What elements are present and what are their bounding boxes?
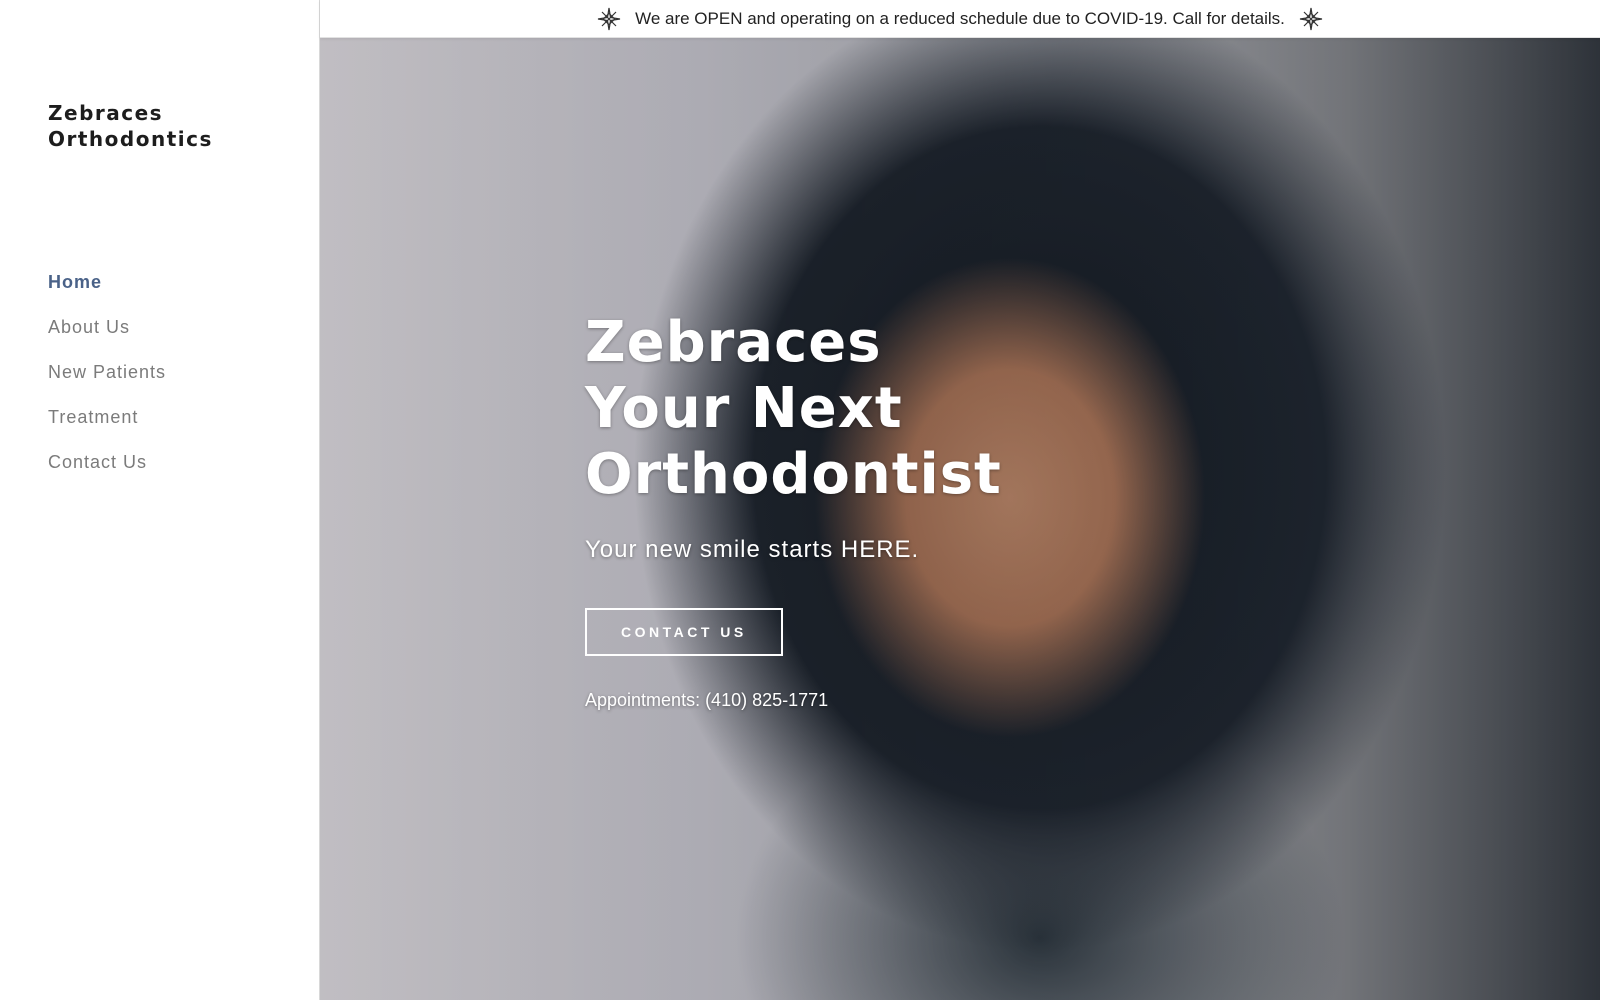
nav-item-treatment[interactable]: Treatment [48, 395, 166, 440]
nav-item-home[interactable]: Home [48, 260, 166, 305]
hero-content: Zebraces Your Next Orthodontist Your new… [585, 310, 1105, 711]
hero-section: Zebraces Your Next Orthodontist Your new… [320, 38, 1600, 1000]
hero-title-line: Orthodontist [585, 442, 1002, 507]
announcement-bar[interactable]: We are OPEN and operating on a reduced s… [320, 0, 1600, 38]
main-nav: Home About Us New Patients Treatment Con… [48, 260, 166, 485]
hero-title: Zebraces Your Next Orthodontist [585, 310, 1105, 508]
nav-item-contact-us[interactable]: Contact Us [48, 440, 166, 485]
compass-star-icon [597, 7, 621, 30]
hero-subtitle: Your new smile starts HERE. [585, 536, 920, 563]
contact-us-button[interactable]: CONTACT US [585, 608, 783, 656]
nav-item-new-patients[interactable]: New Patients [48, 350, 166, 395]
nav-item-about-us[interactable]: About Us [48, 305, 166, 350]
compass-star-icon [1299, 7, 1322, 30]
announcement-text: We are OPEN and operating on a reduced s… [635, 8, 1285, 28]
appointments-phone[interactable]: Appointments: (410) 825-1771 [585, 690, 1105, 711]
sidebar: Zebraces Orthodontics Home About Us New … [0, 0, 320, 1000]
hero-title-line: Zebraces [585, 310, 882, 375]
site-logo[interactable]: Zebraces Orthodontics [48, 100, 288, 152]
page: Zebraces Orthodontics Home About Us New … [0, 0, 1600, 1000]
hero-title-line: Your Next [585, 376, 903, 441]
